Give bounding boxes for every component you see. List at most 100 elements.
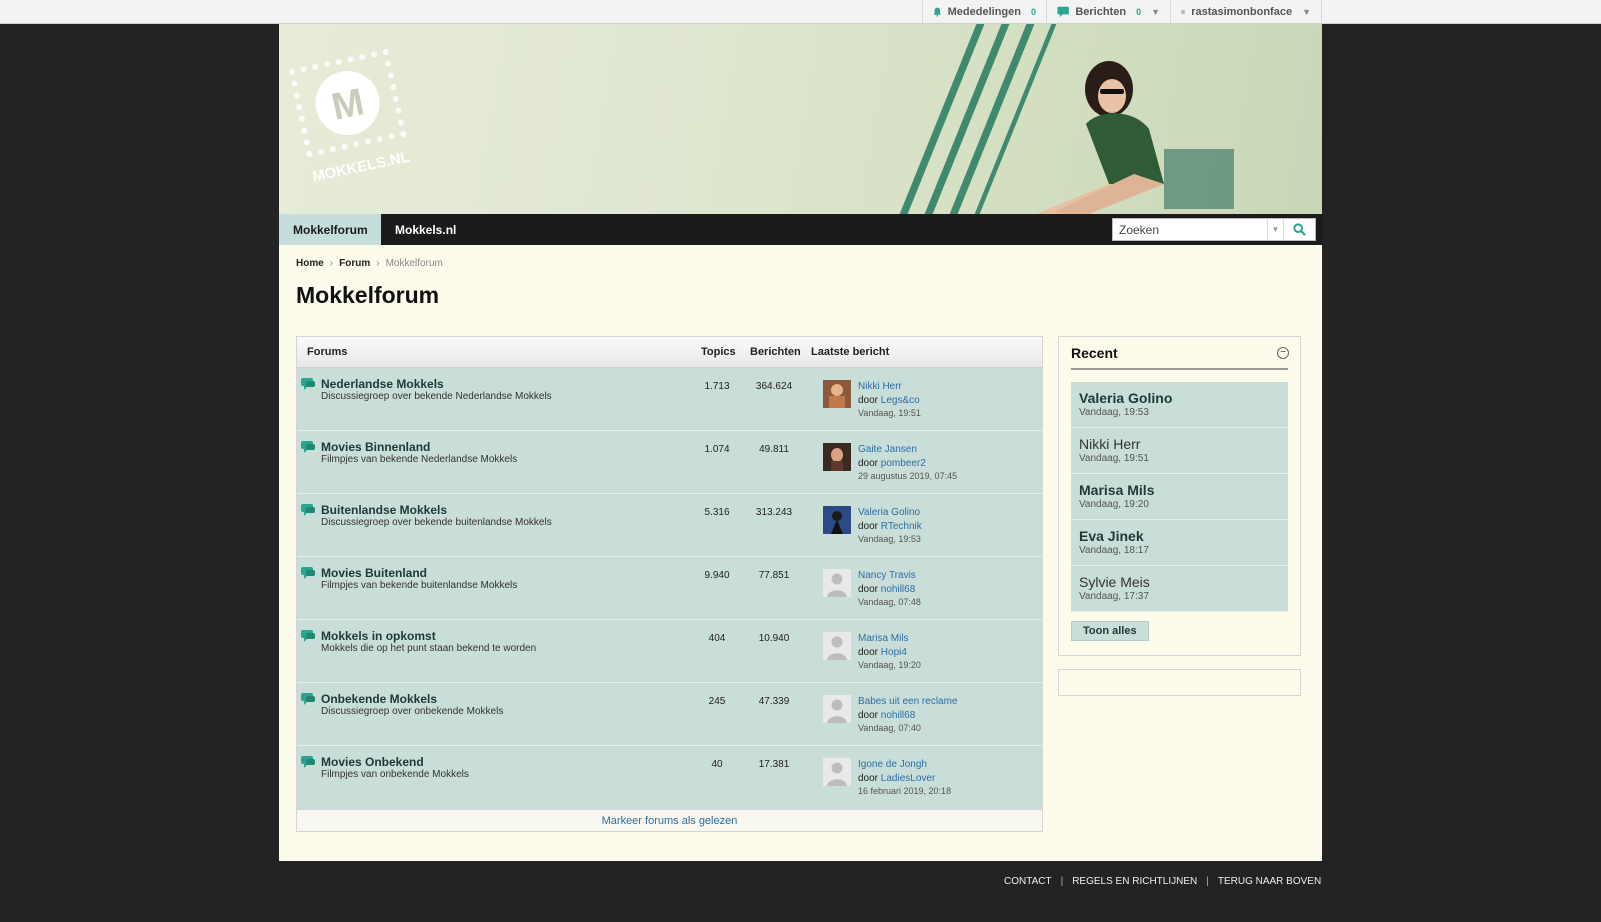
chevron-down-icon[interactable]: ▼ <box>1151 7 1160 17</box>
last-post-avatar[interactable] <box>823 569 851 597</box>
forum-chat-icon <box>301 378 315 391</box>
forum-description: Discussiegroep over bekende buitenlandse… <box>321 517 552 528</box>
last-post-avatar[interactable] <box>823 695 851 723</box>
messages-label: Berichten <box>1075 6 1127 18</box>
forum-topics-count: 5.316 <box>704 507 730 518</box>
last-post-title[interactable]: Nikki Herr <box>858 381 902 392</box>
last-post-author: door nohill68 <box>858 710 915 721</box>
last-post-title[interactable]: Nancy Travis <box>858 570 916 581</box>
last-post-date: 16 februari 2019, 20:18 <box>858 786 952 796</box>
search-icon <box>1293 223 1306 236</box>
forum-chat-icon <box>301 756 315 769</box>
last-post-avatar[interactable] <box>823 506 851 534</box>
bell-icon <box>933 7 942 17</box>
messages-menu[interactable]: Berichten 0 ▼ <box>1046 0 1170 24</box>
last-post-title[interactable]: Babes uit een reclame <box>858 696 958 707</box>
column-header-last-post: Laatste bericht <box>811 346 890 358</box>
search-input[interactable] <box>1113 219 1267 240</box>
last-post-date: 29 augustus 2019, 07:45 <box>858 471 958 481</box>
forum-description: Mokkels die op het punt staan bekend te … <box>321 643 537 654</box>
footer-links: CONTACT | REGELS EN RICHTLIJNEN | TERUG NAAR… <box>1004 876 1321 887</box>
user-menu[interactable]: rastasimonbonface ▼ <box>1170 0 1322 24</box>
recent-item[interactable]: Marisa Mils Vandaag, 19:20 <box>1071 474 1288 520</box>
forum-title[interactable]: Nederlandse Mokkels <box>321 377 444 391</box>
last-post-title[interactable]: Gaite Jansen <box>858 444 917 455</box>
recent-item[interactable]: Nikki Herr Vandaag, 19:51 <box>1071 428 1288 474</box>
chevron-right-icon: › <box>376 258 380 269</box>
chat-bubble-icon <box>1057 6 1069 18</box>
collapse-icon[interactable]: − <box>1277 347 1289 359</box>
forum-title[interactable]: Movies Onbekend <box>321 755 424 769</box>
last-post-title[interactable]: Marisa Mils <box>858 633 909 644</box>
by-label: door <box>858 521 879 532</box>
search-button[interactable] <box>1283 219 1315 240</box>
forum-title[interactable]: Mokkels in opkomst <box>321 629 436 643</box>
tab-mokkels-nl[interactable]: Mokkels.nl <box>381 214 470 245</box>
recent-item-name[interactable]: Marisa Mils <box>1079 482 1280 498</box>
last-post-user[interactable]: pombeer2 <box>881 458 926 469</box>
banner-photo <box>1036 61 1234 214</box>
forum-chat-icon <box>301 567 315 580</box>
breadcrumb-current: Mokkelforum <box>385 258 443 269</box>
recent-item[interactable]: Eva Jinek Vandaag, 18:17 <box>1071 520 1288 566</box>
last-post-avatar[interactable] <box>823 380 851 408</box>
last-post-user[interactable]: nohill68 <box>881 710 915 721</box>
last-post-avatar[interactable] <box>823 443 851 471</box>
footer-link[interactable]: REGELS EN RICHTLIJNEN <box>1072 876 1197 887</box>
show-all-button[interactable]: Toon alles <box>1071 621 1149 641</box>
forum-posts-count: 77.851 <box>758 570 790 581</box>
recent-item[interactable]: Sylvie Meis Vandaag, 17:37 <box>1071 566 1288 612</box>
last-post-author: door pombeer2 <box>858 458 926 469</box>
page-title: Mokkelforum <box>296 282 440 308</box>
username-label: rastasimonbonface <box>1191 6 1293 18</box>
last-post-author: door Hopi4 <box>858 647 907 658</box>
search-options-dropdown[interactable]: ▼ <box>1267 219 1283 240</box>
mark-forums-read-link[interactable]: Markeer forums als gelezen <box>297 809 1042 831</box>
last-post-user[interactable]: nohill68 <box>881 584 915 595</box>
recent-item-name[interactable]: Nikki Herr <box>1079 436 1280 452</box>
forum-title[interactable]: Movies Buitenland <box>321 566 427 580</box>
recent-item-name[interactable]: Sylvie Meis <box>1079 574 1280 590</box>
by-label: door <box>858 458 879 469</box>
footer-link[interactable]: TERUG NAAR BOVEN <box>1218 876 1321 887</box>
forum-description: Filmpjes van bekende Nederlandse Mokkels <box>321 454 518 465</box>
last-post-date: Vandaag, 19:20 <box>858 660 921 670</box>
last-post-user[interactable]: Hopi4 <box>881 647 907 658</box>
last-post-user[interactable]: LadiesLover <box>881 773 935 784</box>
chevron-down-icon[interactable]: ▼ <box>1302 7 1311 17</box>
notifications-label: Mededelingen <box>947 6 1021 18</box>
column-header-forums: Forums <box>307 346 348 358</box>
by-label: door <box>858 773 879 784</box>
last-post-user[interactable]: Legs&co <box>881 395 920 406</box>
site-logo[interactable]: M MOKKELS.NL <box>289 44 419 194</box>
last-post-author: door RTechnik <box>858 521 922 532</box>
forum-list-header: Forums Topics Berichten Laatste bericht <box>297 337 1042 368</box>
footer-link[interactable]: CONTACT <box>1004 876 1052 887</box>
recent-item-name[interactable]: Valeria Golino <box>1079 390 1280 406</box>
forum-title[interactable]: Buitenlandse Mokkels <box>321 503 447 517</box>
forum-row: Mokkels in opkomst Mokkels die op het pun… <box>297 620 1042 683</box>
forum-title[interactable]: Onbekende Mokkels <box>321 692 437 706</box>
breadcrumb-home[interactable]: Home <box>296 258 324 269</box>
forum-title[interactable]: Movies Binnenland <box>321 440 430 454</box>
forum-posts-count: 49.811 <box>759 444 789 455</box>
messages-count: 0 <box>1136 7 1142 17</box>
tab-mokkelforum[interactable]: Mokkelforum <box>279 214 381 245</box>
forum-chat-icon <box>301 504 315 517</box>
last-post-author: door nohill68 <box>858 584 915 595</box>
recent-item-name[interactable]: Eva Jinek <box>1079 528 1280 544</box>
forum-chat-icon <box>301 693 315 706</box>
last-post-title[interactable]: Igone de Jongh <box>858 759 927 770</box>
last-post-user[interactable]: RTechnik <box>881 521 922 532</box>
forum-posts-count: 10.940 <box>758 633 790 644</box>
recent-item[interactable]: Valeria Golino Vandaag, 19:53 <box>1071 382 1288 428</box>
last-post-avatar[interactable] <box>823 632 851 660</box>
top-bar: Mededelingen 0 Berichten 0 ▼ rastasimonb… <box>0 0 1601 24</box>
logo-text: MOKKELS.NL <box>311 148 412 185</box>
breadcrumb-forum[interactable]: Forum <box>339 258 370 269</box>
last-post-title[interactable]: Valeria Golino <box>858 507 920 518</box>
forum-topics-count: 245 <box>708 696 726 707</box>
notifications-menu[interactable]: Mededelingen 0 <box>922 0 1046 24</box>
forum-row: Nederlandse Mokkels Discussiegroep over b… <box>297 368 1042 431</box>
last-post-avatar[interactable] <box>823 758 851 786</box>
